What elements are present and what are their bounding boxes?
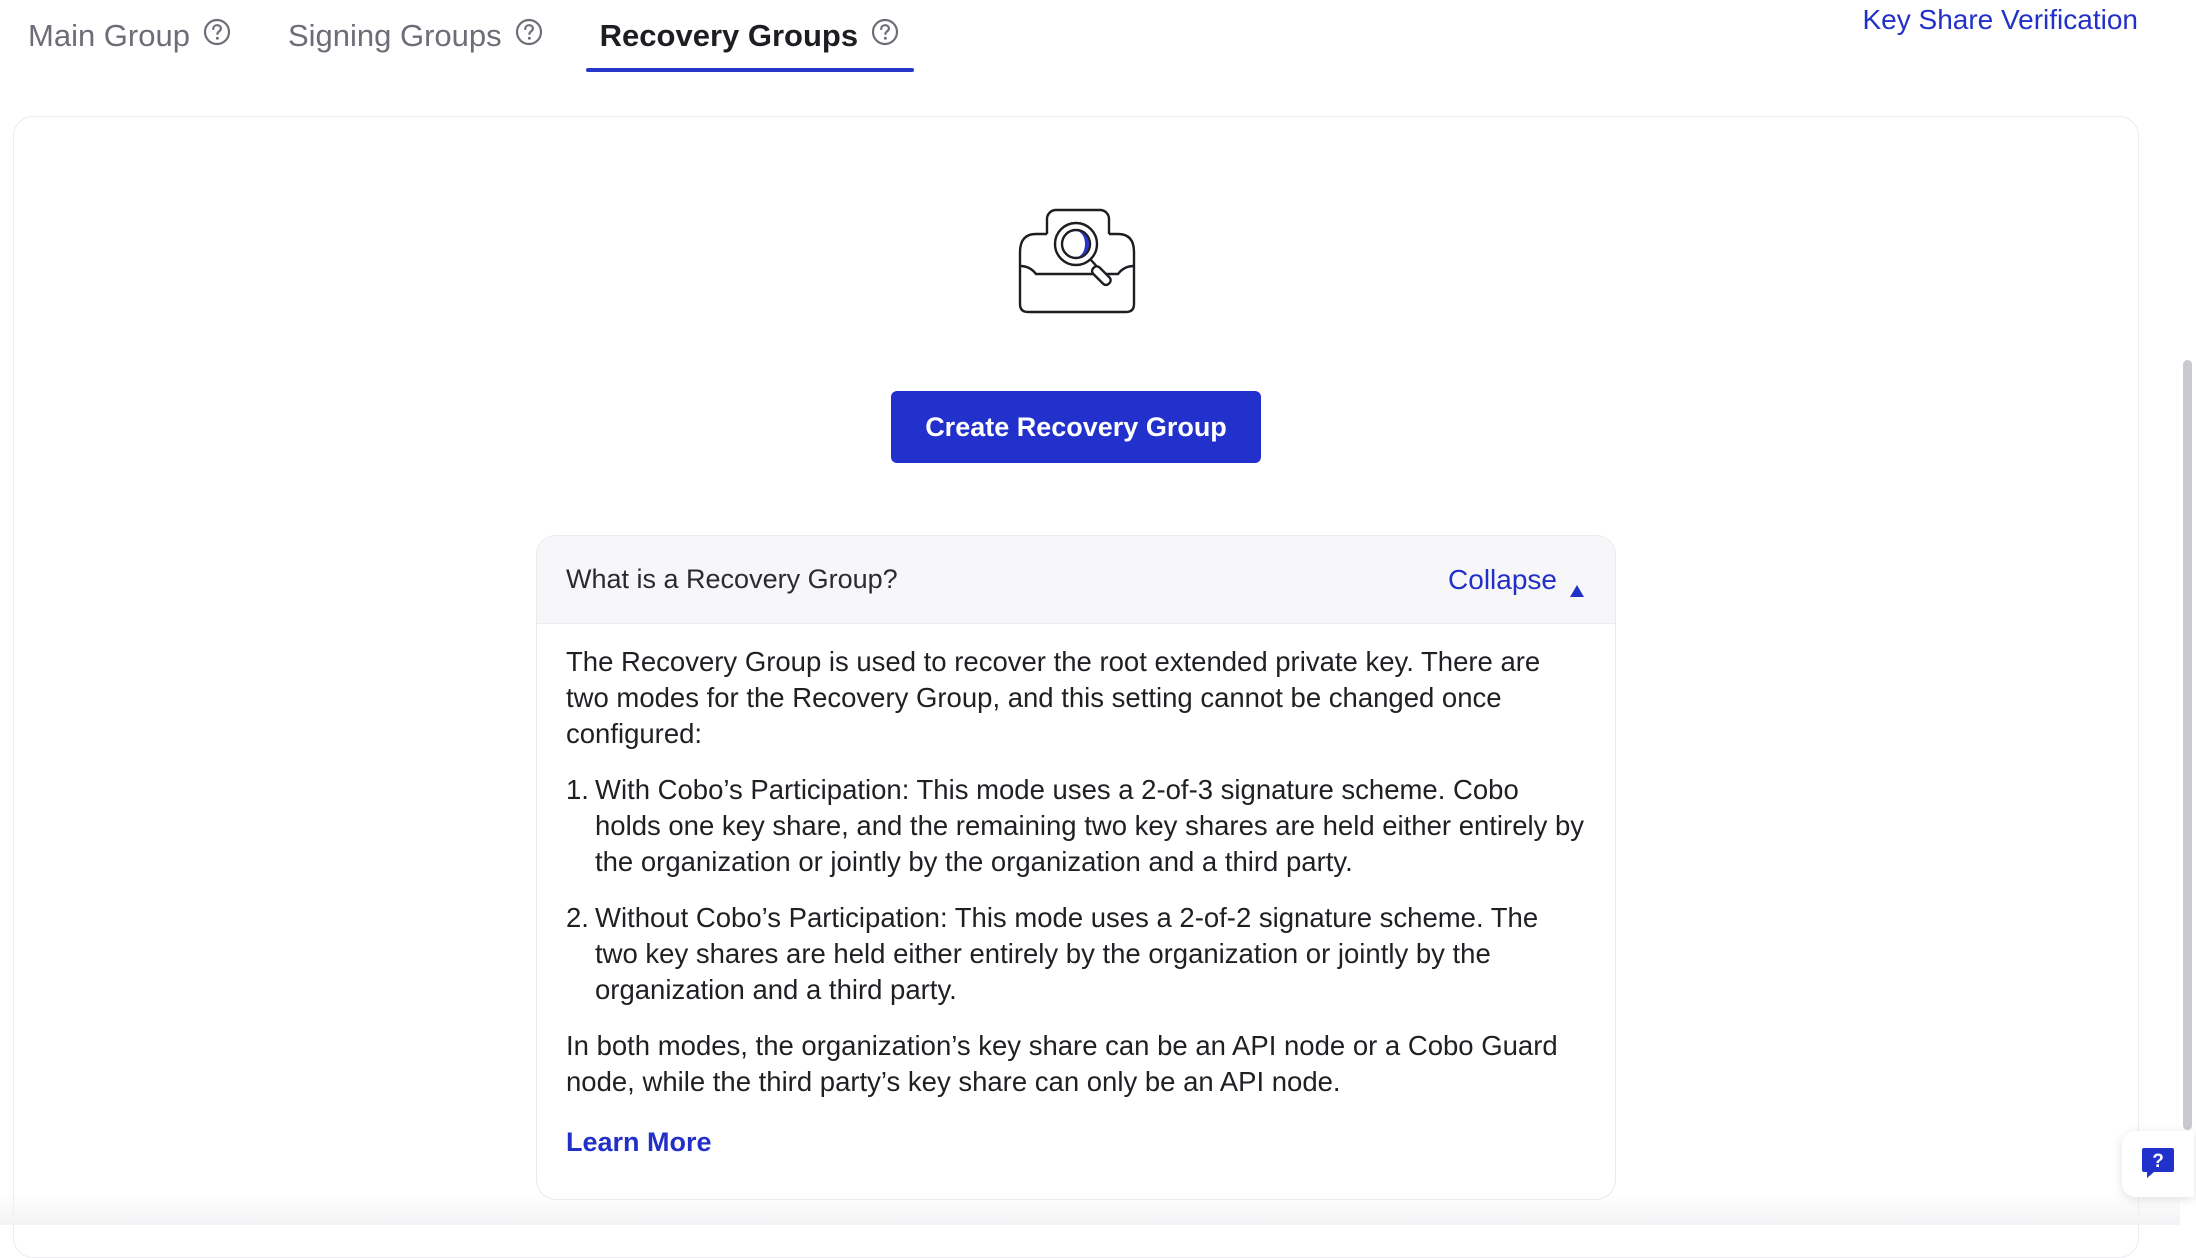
- tab-recovery-groups-label: Recovery Groups: [599, 18, 859, 53]
- tab-main-group[interactable]: Main Group: [28, 0, 232, 72]
- scrollbar-thumb[interactable]: [2183, 360, 2192, 1130]
- key-share-verification-link[interactable]: Key Share Verification: [1863, 4, 2139, 36]
- tab-signing-groups-label: Signing Groups: [287, 18, 502, 53]
- info-panel-title: What is a Recovery Group?: [566, 564, 898, 594]
- learn-more-link[interactable]: Learn More: [566, 1124, 712, 1160]
- create-recovery-group-button[interactable]: Create Recovery Group: [891, 391, 1261, 463]
- collapse-toggle[interactable]: Collapse: [1448, 563, 1585, 597]
- safe-search-icon: [1014, 204, 1140, 316]
- info-outro: In both modes, the organization’s key sh…: [566, 1030, 1558, 1097]
- help-circle-icon[interactable]: [202, 17, 232, 55]
- info-panel-body: The Recovery Group is used to recover th…: [537, 624, 1615, 1160]
- tab-recovery-groups[interactable]: Recovery Groups: [585, 0, 915, 72]
- collapse-label: Collapse: [1448, 563, 1557, 595]
- list-item: 1. With Cobo’s Participation: This mode …: [566, 772, 1586, 880]
- help-circle-icon[interactable]: [514, 17, 544, 55]
- info-intro: The Recovery Group is used to recover th…: [566, 646, 1541, 749]
- help-chat-button[interactable]: ?: [2122, 1131, 2194, 1197]
- info-panel-header: What is a Recovery Group? Collapse: [537, 536, 1615, 624]
- recovery-group-info-panel: What is a Recovery Group? Collapse The R…: [536, 535, 1616, 1200]
- triangle-up-icon: [1569, 573, 1585, 597]
- tab-signing-groups[interactable]: Signing Groups: [288, 0, 544, 72]
- help-circle-icon[interactable]: [870, 17, 900, 55]
- svg-text:?: ?: [2152, 1151, 2164, 1172]
- tab-main-group-label: Main Group: [28, 18, 190, 53]
- list-item-number: 1.: [566, 774, 589, 805]
- list-item-text: With Cobo’s Participation: This mode use…: [595, 774, 1585, 877]
- list-item: 2. Without Cobo’s Participation: This mo…: [566, 900, 1586, 1008]
- chat-help-icon: ?: [2138, 1142, 2178, 1187]
- bottom-fade: [0, 1192, 2180, 1225]
- list-item-text: Without Cobo’s Participation: This mode …: [595, 902, 1539, 1005]
- group-tabs: Main Group Signing Groups Recovery Group…: [28, 0, 970, 74]
- list-item-number: 2.: [566, 902, 589, 933]
- mode-list: 1. With Cobo’s Participation: This mode …: [566, 772, 1586, 1008]
